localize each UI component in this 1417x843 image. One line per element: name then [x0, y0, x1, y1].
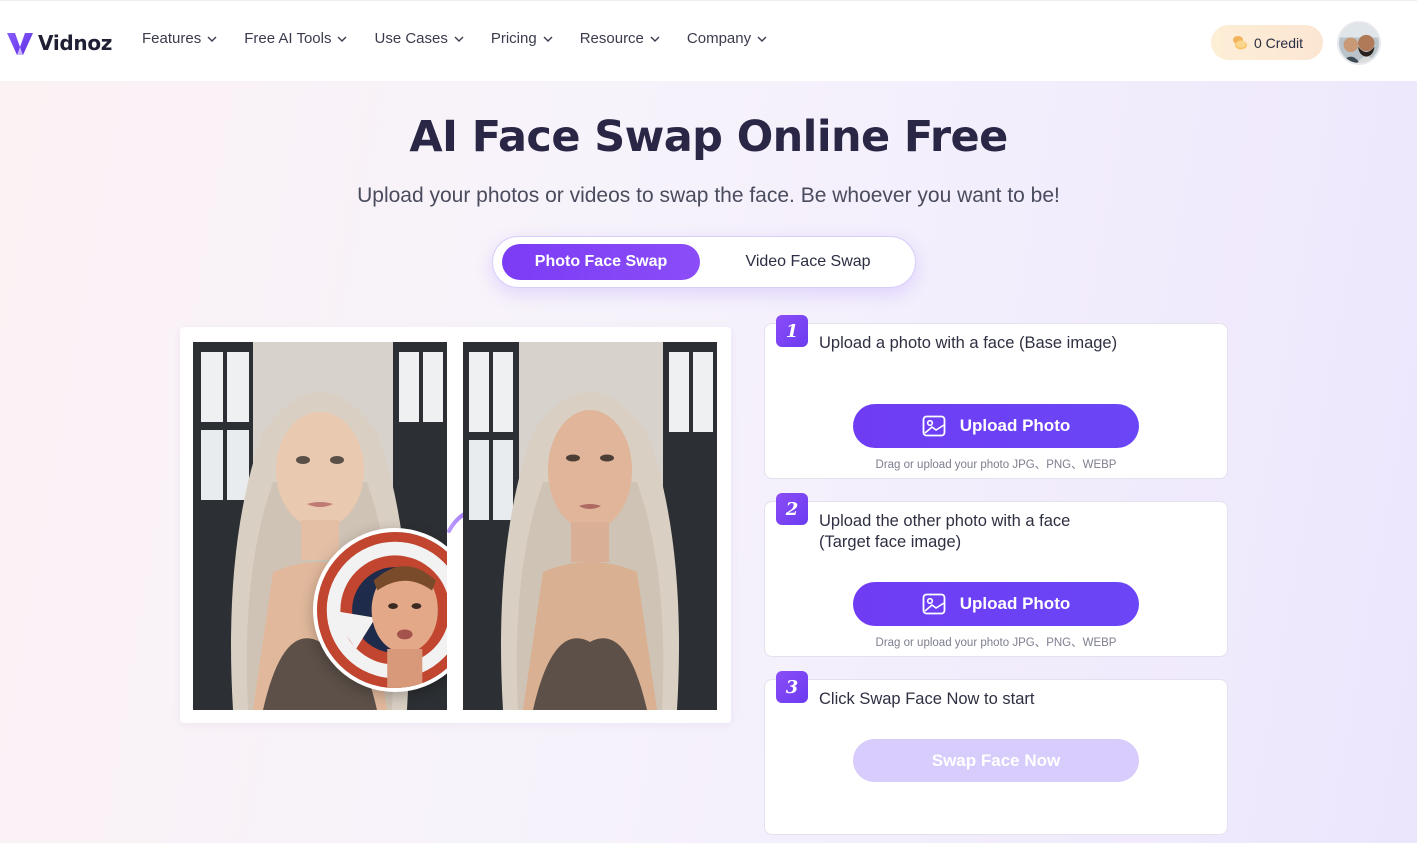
base-example-image: [193, 342, 447, 710]
coin-icon: [1232, 35, 1247, 49]
step-number-badge: 2: [776, 493, 808, 525]
nav-label: Free AI Tools: [244, 30, 332, 47]
chevron-down-icon: [543, 36, 553, 42]
image-icon: [922, 415, 946, 437]
chevron-down-icon: [650, 36, 660, 42]
vidnoz-logo-icon: [7, 33, 33, 55]
avatar-photo: [1339, 23, 1379, 63]
credit-button[interactable]: 0 Credit: [1211, 25, 1323, 60]
step-instruction: Upload the other photo with a face (Targ…: [819, 512, 1071, 551]
upload-hint: Drag or upload your photo JPG、PNG、WEBP: [875, 459, 1117, 471]
vidnoz-logo[interactable]: Vidnoz: [4, 26, 112, 60]
nav-label: Use Cases: [374, 30, 448, 47]
chevron-down-icon: [454, 36, 464, 42]
nav-label: Features: [142, 30, 202, 47]
swap-mode-tabs: Photo Face Swap Video Face Swap: [492, 236, 916, 288]
upload-base-photo-button[interactable]: Upload Photo: [853, 404, 1139, 448]
step-instruction: Upload a photo with a face (Base image): [819, 334, 1118, 352]
step-card-swap: 3 Click Swap Face Now to start Swap Face…: [764, 671, 1228, 835]
nav-free-ai-tools[interactable]: Free AI Tools: [244, 30, 348, 47]
top-header: Vidnoz Features Free AI Tools Use Cases …: [0, 0, 1417, 81]
nav-resource[interactable]: Resource: [580, 30, 661, 47]
tab-video-face-swap[interactable]: Video Face Swap: [708, 244, 908, 280]
nav-company[interactable]: Company: [687, 30, 768, 47]
step-card-upload-target: 2 Upload the other photo with a face (Ta…: [764, 493, 1228, 657]
step-instruction: Click Swap Face Now to start: [819, 690, 1035, 708]
nav-pricing[interactable]: Pricing: [491, 30, 554, 47]
nav-label: Company: [686, 30, 752, 47]
upload-hint: Drag or upload your photo JPG、PNG、WEBP: [875, 637, 1117, 649]
step-number-badge: 3: [776, 671, 808, 703]
tab-photo-face-swap[interactable]: Photo Face Swap: [502, 244, 700, 280]
credit-label: 0 Credit: [1253, 34, 1304, 51]
page-subtitle: Upload your photos or videos to swap the…: [357, 184, 1060, 207]
swap-face-now-button[interactable]: Swap Face Now: [853, 739, 1139, 782]
nav-use-cases[interactable]: Use Cases: [374, 30, 464, 47]
image-icon: [922, 593, 946, 615]
brand-name: Vidnoz: [38, 31, 113, 55]
nav-label: Pricing: [490, 30, 537, 47]
page-title: AI Face Swap Online Free: [409, 112, 1008, 162]
upload-button-label: Upload Photo: [959, 594, 1071, 613]
nav-label: Resource: [579, 30, 644, 47]
user-avatar[interactable]: [1337, 21, 1381, 65]
step-card-upload-base: 1 Upload a photo with a face (Base image…: [764, 315, 1228, 479]
main-nav: Features Free AI Tools Use Cases Pricing…: [142, 30, 794, 47]
upload-target-photo-button[interactable]: Upload Photo: [853, 582, 1139, 626]
nav-features[interactable]: Features: [142, 30, 218, 47]
result-example-image: [463, 342, 717, 710]
example-preview: [180, 327, 731, 723]
upload-button-label: Upload Photo: [959, 416, 1071, 435]
chevron-down-icon: [337, 36, 347, 42]
step-number-badge: 1: [776, 315, 808, 347]
chevron-down-icon: [207, 36, 217, 42]
chevron-down-icon: [757, 36, 767, 42]
